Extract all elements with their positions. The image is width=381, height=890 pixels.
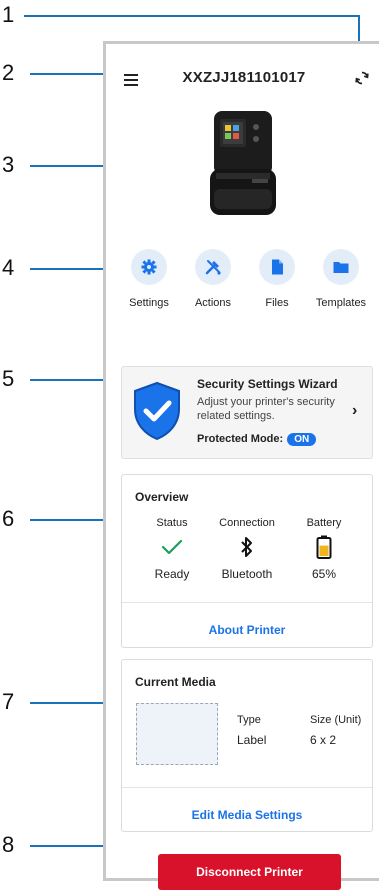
callout-number: 2 — [2, 60, 15, 85]
connection-header: Connection — [219, 517, 275, 529]
connection-value: Bluetooth — [221, 567, 273, 581]
current-media-title: Current Media — [135, 675, 216, 689]
protected-mode-row: Protected Mode: ON — [197, 433, 317, 446]
battery-value: 65% — [311, 567, 337, 581]
callout-number: 7 — [2, 689, 15, 714]
status-value: Ready — [154, 567, 190, 581]
overview-divider — [122, 602, 372, 603]
files-action[interactable]: Files — [245, 249, 309, 309]
files-action-label: Files — [265, 297, 289, 309]
templates-action[interactable]: Templates — [309, 249, 373, 309]
media-size-value: 6 x 2 — [310, 733, 337, 747]
media-type-column: Type Label — [237, 714, 266, 747]
battery-icon — [284, 533, 364, 561]
actions-action-label: Actions — [194, 297, 232, 309]
settings-action[interactable]: Settings — [117, 249, 181, 309]
security-wizard-card[interactable]: Security Settings Wizard Adjust your pri… — [121, 366, 373, 459]
top-bar: XXZJJ181101017 — [106, 44, 381, 106]
connection-column: Connection Bluetooth — [207, 517, 287, 581]
media-preview — [136, 703, 218, 765]
callout-number: 6 — [2, 506, 15, 531]
callout-line — [24, 15, 360, 17]
chevron-right-icon: › — [352, 402, 358, 419]
callout-number: 3 — [2, 152, 15, 177]
media-divider — [122, 787, 372, 788]
current-media-card: Current Media Type Label Size (Unit) 6 x… — [121, 659, 373, 832]
protected-mode-label: Protected Mode: — [197, 433, 284, 445]
shield-icon — [134, 381, 180, 441]
status-header: Status — [156, 517, 188, 529]
disconnect-printer-button[interactable]: Disconnect Printer — [158, 854, 341, 890]
media-type-value: Label — [237, 733, 267, 747]
callout-number: 5 — [2, 366, 15, 391]
status-column: Status Ready — [132, 517, 212, 581]
media-size-header: Size (Unit) — [310, 714, 362, 726]
file-icon — [259, 249, 295, 285]
battery-column: Battery 65% — [284, 517, 364, 581]
app-screen: XXZJJ181101017 Settings Actions Files Te… — [103, 41, 381, 890]
printer-name-title: XXZJJ181101017 — [182, 69, 306, 86]
sync-icon[interactable] — [354, 70, 370, 86]
bluetooth-icon — [207, 533, 287, 561]
about-printer-link[interactable]: About Printer — [122, 623, 372, 637]
wizard-description: Adjust your printer's security related s… — [197, 396, 335, 422]
gear-icon — [131, 249, 167, 285]
actions-action[interactable]: Actions — [181, 249, 245, 309]
media-size-column: Size (Unit) 6 x 2 — [310, 714, 361, 747]
overview-title: Overview — [135, 490, 189, 504]
edit-media-settings-link[interactable]: Edit Media Settings — [122, 808, 372, 822]
folder-icon — [323, 249, 359, 285]
battery-header: Battery — [306, 517, 342, 529]
printer-image — [210, 111, 276, 215]
templates-action-label: Templates — [315, 297, 367, 309]
callout-number: 1 — [2, 2, 15, 27]
overview-card: Overview Status Ready Connection Bluetoo… — [121, 474, 373, 648]
settings-action-label: Settings — [129, 297, 169, 309]
checkmark-icon — [132, 533, 212, 561]
protected-mode-toggle[interactable]: ON — [287, 433, 317, 446]
media-type-header: Type — [237, 714, 261, 726]
wizard-title: Security Settings Wizard — [197, 377, 338, 391]
callout-number: 4 — [2, 255, 15, 280]
tools-icon — [195, 249, 231, 285]
callout-number: 8 — [2, 832, 15, 857]
